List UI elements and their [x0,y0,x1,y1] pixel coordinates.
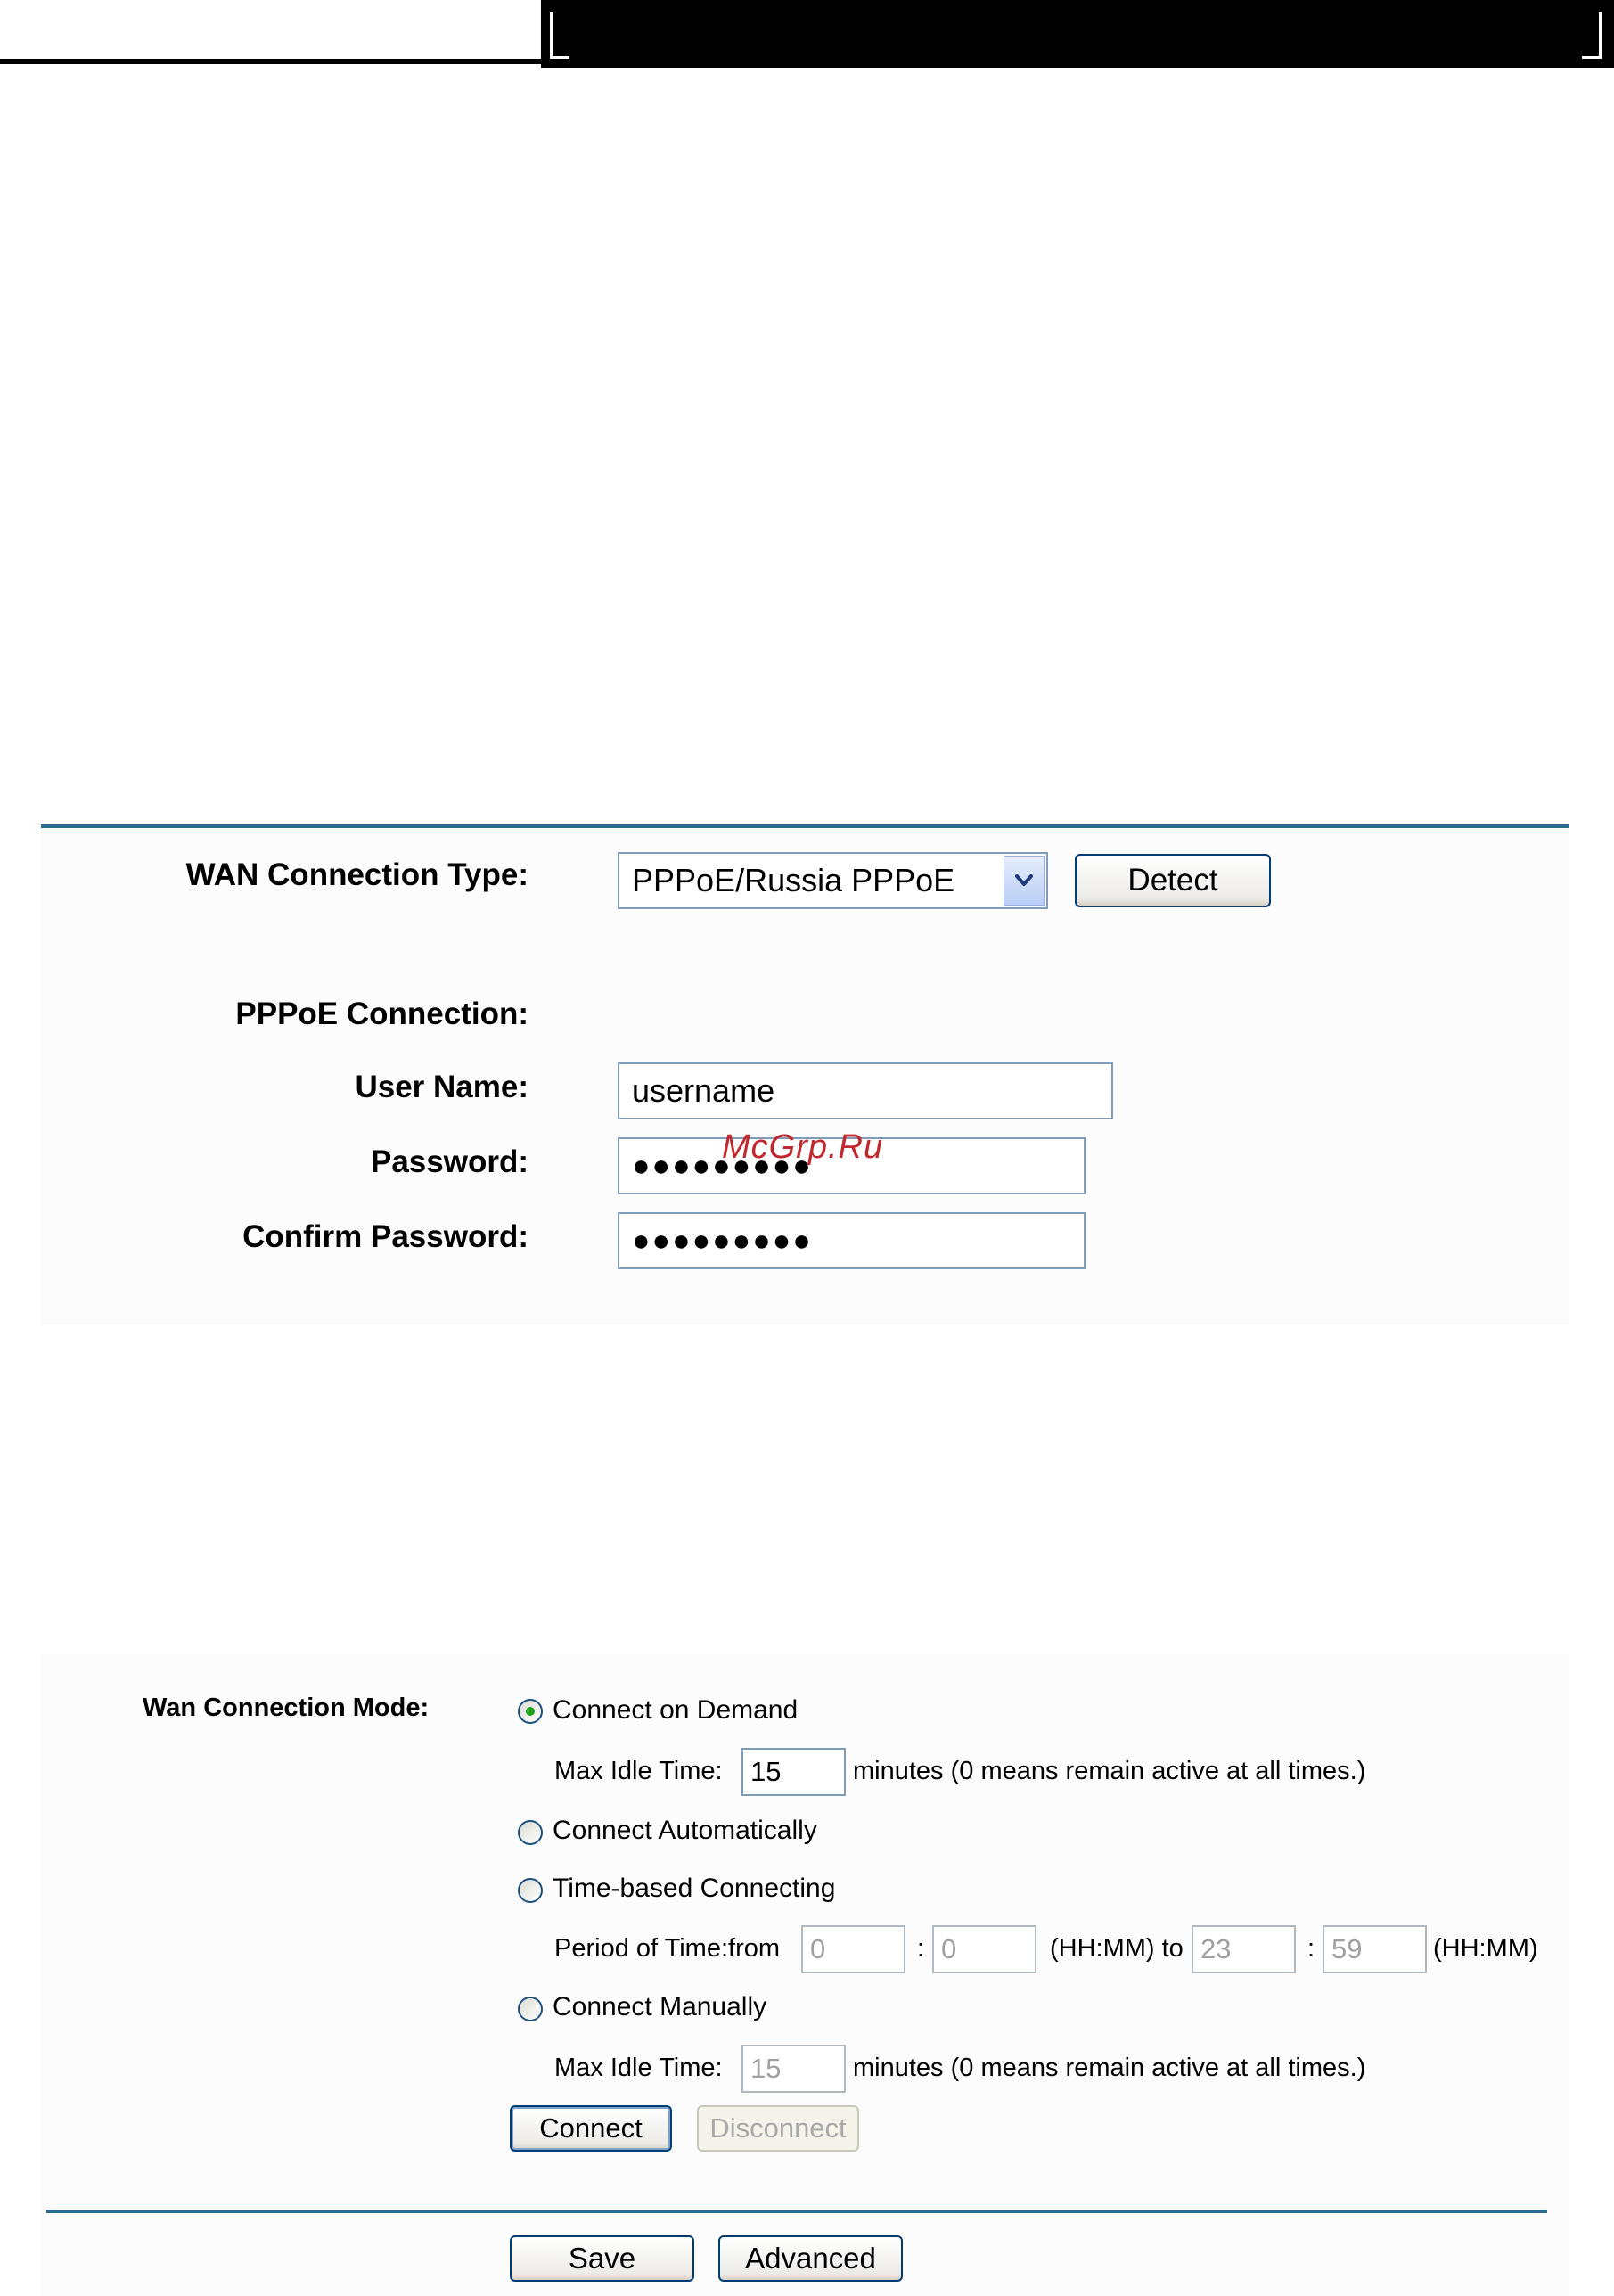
wan-connection-type-label: WAN Connection Type: [185,857,528,892]
pppoe-connection-label: PPPoE Connection: [235,996,528,1031]
header-bar [541,0,1614,68]
to-hour-input[interactable]: 23 [1192,1925,1296,1973]
radio-selected-dot [526,1707,535,1716]
wan-connection-type-select[interactable]: PPPoE/Russia PPPoE [618,852,1048,909]
bottom-divider [46,2210,1547,2213]
radio-time-based-connecting[interactable] [518,1878,543,1903]
header-bracket-right-foot [1582,56,1602,59]
manual-max-idle-time-label: Max Idle Time: [554,2054,723,2082]
time-based-connecting-label: Time-based Connecting [553,1874,836,1903]
header-bracket-left [550,12,553,59]
max-idle-time-input[interactable]: 15 [741,1748,846,1796]
username-label: User Name: [355,1070,528,1104]
connect-on-demand-label: Connect on Demand [553,1695,799,1725]
max-idle-time-label: Max Idle Time: [554,1757,723,1785]
period-to-label: (HH:MM) to [1050,1934,1184,1963]
connect-manually-label: Connect Manually [553,1992,767,2021]
from-time-separator: : [917,1934,925,1963]
confirm-password-label: Confirm Password: [242,1219,528,1254]
header-bracket-left-foot [550,56,569,59]
top-divider [41,824,1569,828]
password-label: Password: [371,1144,528,1179]
wan-connection-mode-label: Wan Connection Mode: [143,1693,430,1722]
detect-button[interactable]: Detect [1075,854,1271,907]
manual-max-idle-time-note: minutes (0 means remain active at all ti… [853,2054,1366,2082]
radio-connect-automatically[interactable] [518,1820,543,1845]
watermark: McGrp.Ru [722,1128,884,1166]
advanced-button[interactable]: Advanced [718,2235,903,2282]
wan-connection-type-value: PPPoE/Russia PPPoE [632,862,955,898]
manual-max-idle-time-input[interactable]: 15 [741,2045,846,2093]
connect-button[interactable]: Connect [510,2105,672,2152]
from-minute-input[interactable]: 0 [932,1925,1036,1973]
radio-connect-on-demand[interactable] [518,1699,543,1724]
max-idle-time-note: minutes (0 means remain active at all ti… [853,1757,1366,1785]
disconnect-button[interactable]: Disconnect [697,2105,859,2152]
from-hour-input[interactable]: 0 [801,1925,905,1973]
dropdown-arrow[interactable] [1004,856,1045,906]
confirm-password-input[interactable]: ●●●●●●●●● [618,1212,1086,1269]
username-input[interactable]: username [618,1062,1113,1119]
period-of-time-label: Period of Time:from [554,1934,781,1963]
radio-connect-manually[interactable] [518,1997,543,2021]
period-format-label: (HH:MM) [1433,1934,1538,1963]
to-time-separator: : [1307,1934,1315,1963]
save-button[interactable]: Save [510,2235,694,2282]
connect-automatically-label: Connect Automatically [553,1816,817,1845]
header-bracket-right [1599,12,1602,59]
to-minute-input[interactable]: 59 [1323,1925,1427,1973]
header-left-rule [0,59,541,64]
chevron-down-icon [1015,874,1033,886]
